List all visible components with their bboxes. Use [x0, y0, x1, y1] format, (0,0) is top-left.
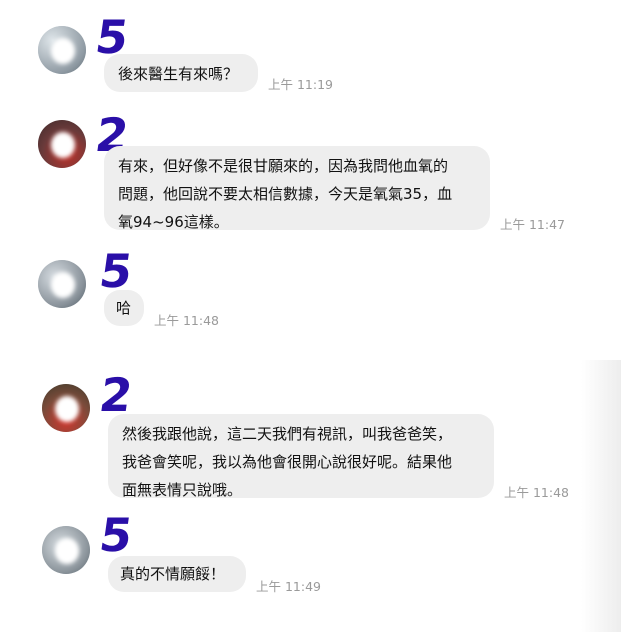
- message-bubble[interactable]: 有來，但好像不是很甘願來的，因為我問他血氧的 問題，他回說不要太相信數據，今天是…: [104, 146, 490, 231]
- message-text: 然後我跟他說，這二天我們有視訊，叫我爸爸笑，: [122, 425, 453, 443]
- message-bubble[interactable]: 後來醫生有來嗎？: [104, 54, 258, 92]
- avatar[interactable]: [38, 260, 86, 308]
- window-edge-shadow: [581, 360, 621, 632]
- message-text: 真的不情願餒！: [120, 565, 226, 583]
- message-text: 問題，他回說不要太相信數據，今天是氧氣35，血: [118, 185, 453, 203]
- message-bubble[interactable]: 真的不情願餒！: [108, 556, 246, 592]
- timestamp: 上午 11:19: [268, 77, 333, 92]
- timestamp: 上午 11:48: [154, 313, 219, 328]
- timestamp: 上午 11:48: [504, 485, 569, 500]
- avatar[interactable]: [38, 26, 86, 74]
- message-text: 面無表情只說哦。: [122, 481, 243, 499]
- message-bubble[interactable]: 然後我跟他說，這二天我們有視訊，叫我爸爸笑， 我爸會笑呢，我以為他會很開心說很好…: [108, 414, 494, 499]
- avatar[interactable]: [42, 526, 90, 574]
- message-text: 後來醫生有來嗎？: [118, 65, 239, 83]
- message-text: 我爸會笑呢，我以為他會很開心說很好呢。結果他: [122, 453, 453, 471]
- handwritten-number-badge: 5: [96, 244, 136, 298]
- avatar[interactable]: [42, 384, 90, 432]
- avatar[interactable]: [38, 120, 86, 168]
- timestamp: 上午 11:47: [500, 217, 565, 232]
- handwritten-number-badge: 2: [96, 368, 136, 422]
- message-text: 氧94~96這樣。: [118, 213, 229, 231]
- message-bubble[interactable]: 哈: [104, 290, 144, 326]
- timestamp: 上午 11:49: [256, 579, 321, 594]
- handwritten-number-badge: 5: [96, 508, 136, 562]
- message-text: 有來，但好像不是很甘願來的，因為我問他血氧的: [118, 157, 449, 175]
- message-text: 哈: [116, 299, 132, 317]
